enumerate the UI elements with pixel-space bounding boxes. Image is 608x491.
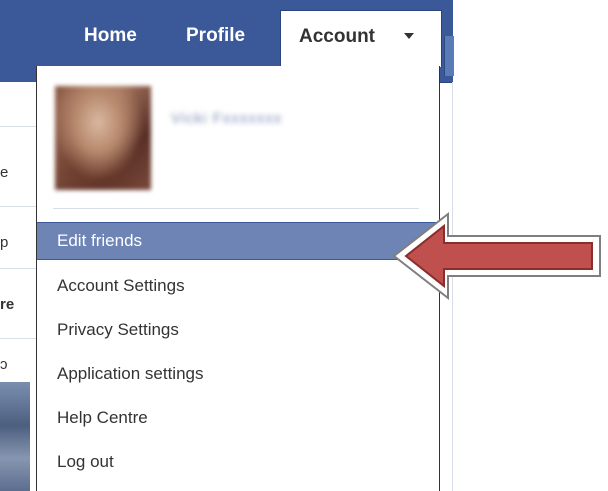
nav-account-label: Account (299, 26, 375, 47)
profile-name-link[interactable]: Vicki Fxxxxxxx (171, 110, 282, 127)
partial-photo (0, 382, 30, 491)
nav-account-tab[interactable]: Account (280, 10, 442, 67)
arrow-left-icon (392, 211, 601, 301)
menu-separator (53, 208, 419, 209)
divider (0, 338, 36, 339)
menu-item-label: Help Centre (57, 408, 148, 427)
divider (0, 126, 36, 127)
menu-item-application-settings[interactable]: Application settings (37, 356, 437, 392)
menu-item-log-out[interactable]: Log out (37, 444, 437, 480)
sliver-text: e (0, 164, 9, 181)
menu-item-account-settings[interactable]: Account Settings (37, 268, 437, 304)
account-dropdown-menu: Vicki Fxxxxxxx Edit friends Account Sett… (36, 66, 440, 491)
menu-item-label: Application settings (57, 364, 204, 383)
menu-item-edit-friends[interactable]: Edit friends (37, 222, 437, 260)
avatar[interactable] (55, 86, 151, 190)
menu-item-label: Edit friends (57, 231, 143, 250)
sliver-text: re (0, 296, 15, 313)
menu-item-help-centre[interactable]: Help Centre (37, 400, 437, 436)
sliver-text: p (0, 234, 9, 251)
menu-item-label: Account Settings (57, 276, 185, 295)
sliver-text: ɔ (0, 356, 8, 373)
header-edge (444, 36, 454, 76)
background-page-content: e p re ɔ (0, 82, 36, 491)
divider (0, 268, 36, 269)
menu-item-label: Privacy Settings (57, 320, 179, 339)
divider (0, 206, 36, 207)
menu-item-label: Log out (57, 452, 114, 471)
menu-item-privacy-settings[interactable]: Privacy Settings (37, 312, 437, 348)
screenshot-stage: Home Profile Account e p re ɔ Vicki Fxxx… (0, 0, 608, 491)
caret-down-icon (404, 33, 414, 39)
